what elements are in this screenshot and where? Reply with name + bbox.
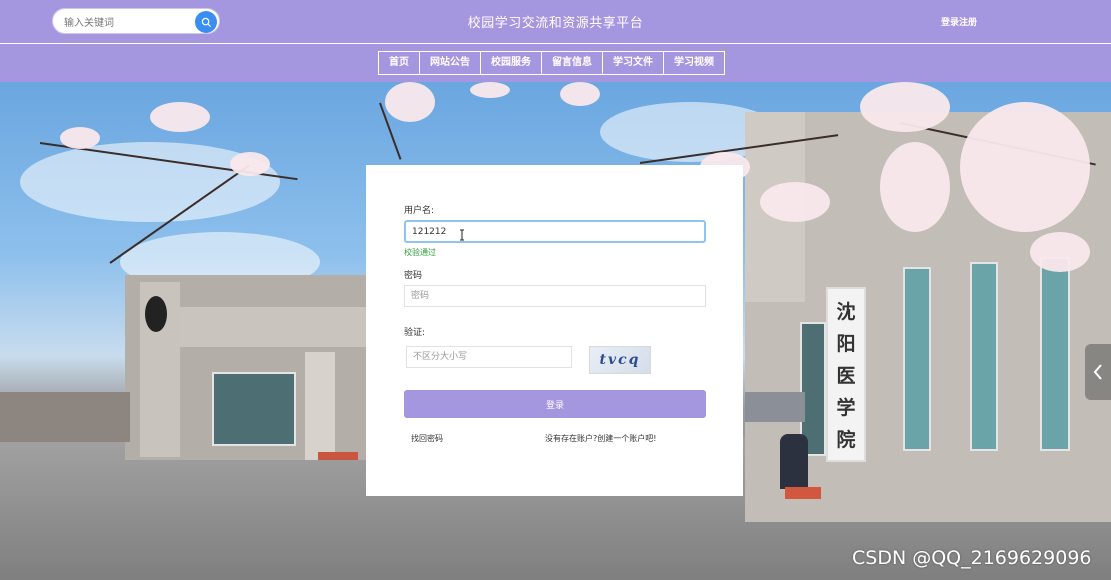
school-sign: 沈 阳 医 学 院 [826, 287, 866, 462]
captcha-label: 验证: [404, 328, 426, 338]
carousel-prev-button[interactable] [1085, 344, 1111, 400]
username-input[interactable] [404, 220, 706, 243]
nav-item-announcements[interactable]: 网站公告 [419, 51, 481, 75]
watermark: CSDN @QQ_2169629096 [852, 547, 1092, 569]
nav-item-campus-services[interactable]: 校园服务 [480, 51, 542, 75]
login-panel: 用户名: 校验通过 密码 验证: tvcq 登录 找回密码 没有存在账户?创建一… [366, 165, 743, 496]
main-nav: 首页 网站公告 校园服务 留言信息 学习文件 学习视频 [0, 44, 1111, 82]
chevron-left-icon [1093, 364, 1102, 380]
sign-char: 学 [836, 396, 856, 419]
username-label: 用户名: [404, 206, 435, 216]
nav-item-study-videos[interactable]: 学习视频 [663, 51, 725, 75]
register-account-link[interactable]: 没有存在账户?创建一个账户吧! [545, 433, 656, 444]
username-validation-message: 校验通过 [404, 248, 436, 257]
captcha-image[interactable]: tvcq [589, 346, 651, 374]
password-label: 密码 [404, 271, 423, 281]
captcha-input[interactable] [406, 346, 572, 368]
sign-char: 医 [836, 364, 856, 387]
nav-list: 首页 网站公告 校园服务 留言信息 学习文件 学习视频 [378, 51, 725, 75]
sign-char: 阳 [836, 333, 856, 356]
sign-char: 沈 [836, 301, 856, 324]
password-input[interactable] [404, 285, 706, 307]
sign-char: 院 [836, 428, 856, 451]
login-register-link[interactable]: 登录注册 [941, 15, 977, 28]
login-button[interactable]: 登录 [404, 390, 706, 418]
text-cursor-icon [460, 229, 464, 241]
nav-item-messages[interactable]: 留言信息 [541, 51, 603, 75]
forgot-password-link[interactable]: 找回密码 [411, 433, 443, 444]
nav-item-home[interactable]: 首页 [378, 51, 420, 75]
captcha-code: tvcq [599, 352, 641, 368]
nav-item-study-files[interactable]: 学习文件 [602, 51, 664, 75]
top-header: 校园学习交流和资源共享平台 登录注册 [0, 0, 1111, 44]
